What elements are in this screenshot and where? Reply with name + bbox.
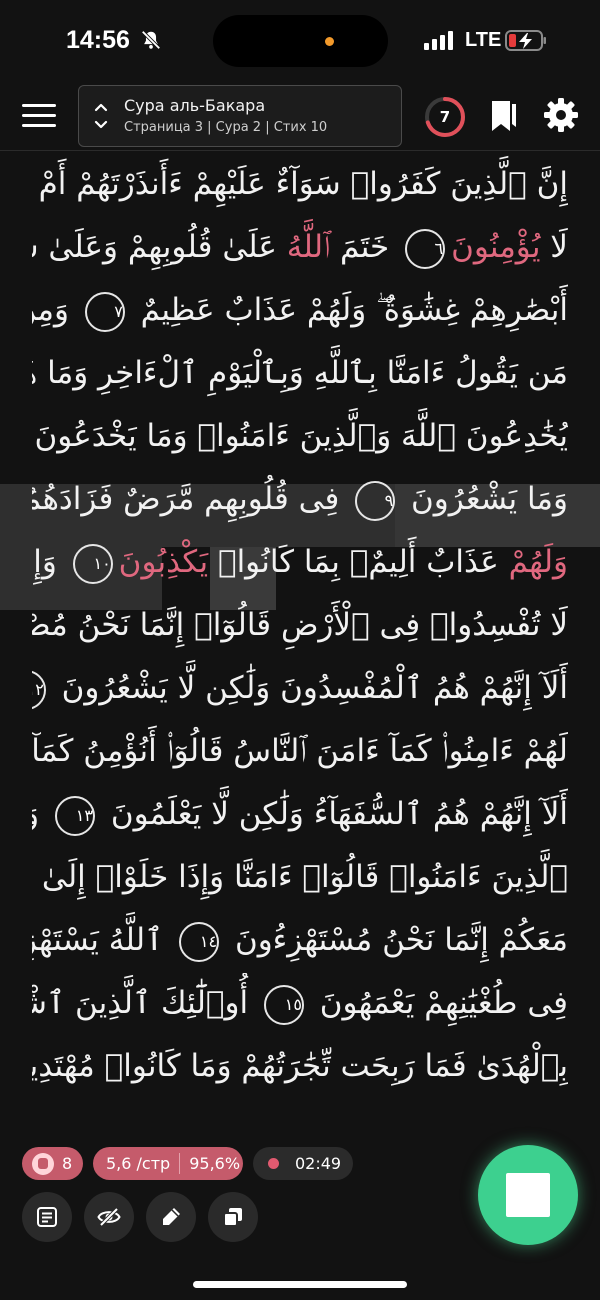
quran-line[interactable]: أَلَآ إِنَّهُمْ هُمُ ٱلسُّفَهَآءُ وَلَٰك…	[32, 784, 568, 844]
quran-line[interactable]: فِى طُغْيَٰنِهِمْ يَعْمَهُونَ ١٥ أُو۟لَٰ…	[32, 973, 568, 1033]
ayah-number-marker[interactable]: ٦	[405, 228, 446, 269]
ayah-number-marker[interactable]: ١٤	[179, 921, 220, 962]
speed-chip[interactable]: 5,6 /стр 95,6%	[93, 1147, 243, 1180]
verse-text[interactable]: خَتَمَ	[330, 229, 399, 265]
ayah-number-marker[interactable]: ١٥	[263, 984, 304, 1025]
list-icon	[37, 1207, 57, 1227]
dynamic-island	[213, 15, 388, 67]
quran-line[interactable]: ٱلَّذِينَ ءَامَنُوا۟ قَالُوٓا۟ ءَامَنَّا…	[32, 847, 568, 907]
sura-selector[interactable]: Сура аль-Бакара Страница 3 | Сура 2 | Ст…	[78, 85, 402, 147]
verse-text[interactable]: عَذَابٌ أَلِيمٌۢ بِمَا كَانُوا۟	[208, 544, 509, 580]
quran-line[interactable]: لَهُمْ ءَامِنُوا۟ كَمَآ ءَامَنَ ٱلنَّاسُ…	[32, 721, 568, 781]
ayah-number-marker[interactable]: ١٢	[32, 669, 46, 710]
copy-button[interactable]	[208, 1192, 258, 1242]
hide-text-button[interactable]	[84, 1192, 134, 1242]
home-indicator[interactable]	[193, 1281, 407, 1288]
eye-off-icon	[97, 1207, 121, 1227]
ayah-number-marker[interactable]: ١٠	[72, 543, 113, 584]
progress-value: 7	[439, 108, 451, 126]
timer-value: 02:49	[295, 1154, 342, 1173]
status-time: 14:56	[66, 26, 130, 54]
quran-line[interactable]: مَعَكُمْ إِنَّمَا نَحْنُ مُسْتَهْزِءُونَ…	[32, 910, 568, 970]
privacy-dot	[325, 37, 334, 46]
verse-text[interactable]: أُو۟لَٰٓئِكَ ٱلَّذِينَ ٱشْتَرَوُا۟ ٱلضَّ…	[32, 985, 258, 1021]
menu-icon[interactable]	[22, 104, 56, 128]
gear-icon[interactable]	[543, 97, 579, 133]
quran-line[interactable]: أَبْصَٰرِهِمْ غِشَٰوَةٌ ۖ وَلَهُمْ عَذَا…	[32, 280, 568, 340]
signal-icon	[424, 30, 454, 50]
battery-charging-icon	[505, 30, 546, 51]
sura-title: Сура аль-Бакара	[124, 96, 266, 115]
quran-line[interactable]: أَلَآ إِنَّهُمْ هُمُ ٱلْمُفْسِدُونَ وَلَ…	[32, 658, 568, 718]
verse-text[interactable]: لَا	[540, 229, 568, 265]
verse-text[interactable]: ٱلَّذِينَ ءَامَنُوا۟ قَالُوٓا۟ ءَامَنَّا…	[32, 859, 568, 895]
stop-icon	[506, 1173, 550, 1217]
speed-value: 5,6 /стр	[93, 1153, 181, 1174]
status-bar: 14:56 LTE	[0, 0, 600, 80]
quran-line[interactable]: إِنَّ ٱلَّذِينَ كَفَرُوا۟ سَوَآءٌ عَلَيْ…	[32, 154, 568, 214]
verse-text[interactable]: بِٱلْهُدَىٰ فَمَا رَبِحَت تِّجَٰرَتُهُمْ…	[32, 1048, 568, 1084]
verse-text[interactable]: إِنَّ ٱلَّذِينَ كَفَرُوا۟ سَوَآءٌ عَلَيْ…	[32, 166, 568, 202]
quran-line[interactable]: وَلَهُمْ عَذَابٌ أَلِيمٌۢ بِمَا كَانُوا۟…	[32, 532, 568, 592]
verse-text[interactable]: وَإِذَا لَقُوا۟	[32, 796, 49, 832]
bell-off-icon	[141, 30, 161, 50]
bookmark-icon[interactable]	[490, 100, 518, 132]
copy-icon	[223, 1208, 242, 1227]
quran-line[interactable]: لَا تُفْسِدُوا۟ فِى ٱلْأَرْضِ قَالُوٓا۟ …	[32, 595, 568, 655]
app-toolbar: Сура аль-Бакара Страница 3 | Сура 2 | Ст…	[0, 80, 600, 150]
bottom-bar: 8 5,6 /стр 95,6% 02:49	[0, 1140, 600, 1300]
list-button[interactable]	[22, 1192, 72, 1242]
verse-text[interactable]: مَعَكُمْ إِنَّمَا نَحْنُ مُسْتَهْزِءُونَ	[225, 922, 568, 958]
chevron-updown-icon	[94, 103, 108, 129]
highlighted-word[interactable]: وَلَهُمْ	[509, 544, 568, 580]
streak-count: 8	[62, 1154, 73, 1173]
ayah-number-marker[interactable]: ٧	[84, 291, 125, 332]
sura-location: Страница 3 | Сура 2 | Стих 10	[124, 120, 328, 135]
verse-text[interactable]: أَبْصَٰرِهِمْ غِشَٰوَةٌ ۖ وَلَهُمْ عَذَا…	[131, 292, 568, 328]
quran-page: إِنَّ ٱلَّذِينَ كَفَرُوا۟ سَوَآءٌ عَلَيْ…	[0, 150, 600, 1140]
pen-icon	[163, 1208, 180, 1225]
stop-recording-button[interactable]	[478, 1145, 578, 1245]
ayah-number-marker[interactable]: ٩	[355, 480, 396, 521]
highlighted-word[interactable]: يَكْذِبُونَ	[119, 544, 208, 580]
verse-text[interactable]: وَإِذَا قِيلَ لَهُمْ	[32, 544, 67, 580]
verse-text[interactable]: فِى طُغْيَٰنِهِمْ يَعْمَهُونَ	[310, 985, 568, 1021]
verse-text[interactable]: لَا تُفْسِدُوا۟ فِى ٱلْأَرْضِ قَالُوٓا۟ …	[32, 607, 568, 643]
verse-text[interactable]: أَلَآ إِنَّهُمْ هُمُ ٱلسُّفَهَآءُ وَلَٰك…	[101, 796, 568, 832]
verse-text[interactable]: أَلَآ إِنَّهُمْ هُمُ ٱلْمُفْسِدُونَ وَلَ…	[52, 670, 568, 706]
brain-icon	[32, 1152, 54, 1175]
verse-text[interactable]: لَهُمْ ءَامِنُوا۟ كَمَآ ءَامَنَ ٱلنَّاسُ…	[32, 733, 568, 769]
verse-text[interactable]: ٱللَّهُ يَسْتَهْزِئُ بِهِمْ وَيَمُدُّهُم…	[32, 922, 173, 958]
verse-text[interactable]: يُخَٰدِعُونَ ٱللَّهَ وَٱلَّذِينَ ءَامَنُ…	[32, 418, 568, 454]
network-type: LTE	[465, 29, 502, 51]
timer-chip: 02:49	[253, 1147, 353, 1180]
ayah-number-marker[interactable]: ١٣	[54, 795, 95, 836]
highlighted-word[interactable]: ٱللَّهُ	[287, 229, 330, 265]
verse-text[interactable]: عَلَىٰ قُلُوبِهِمْ وَعَلَىٰ سَمْعِهِمْ ۖ…	[32, 229, 287, 265]
accuracy-value: 95,6%	[189, 1154, 241, 1173]
verse-text[interactable]: وَمِنَ ٱلنَّاسِ	[32, 292, 79, 328]
quran-line[interactable]: مَن يَقُولُ ءَامَنَّا بِٱللَّهِ وَبِٱلْي…	[32, 343, 568, 403]
verse-text[interactable]: وَمَا يَشْعُرُونَ	[401, 481, 568, 517]
highlighted-word[interactable]: يُؤْمِنُونَ	[451, 229, 540, 265]
verse-text[interactable]: مَن يَقُولُ ءَامَنَّا بِٱللَّهِ وَبِٱلْي…	[32, 355, 568, 391]
verse-text[interactable]: فِى قُلُوبِهِم مَّرَضٌ فَزَادَهُمُ ٱللَّ…	[32, 481, 349, 517]
recording-dot-icon	[268, 1158, 279, 1169]
progress-ring[interactable]: 7	[423, 95, 467, 139]
edit-button[interactable]	[146, 1192, 196, 1242]
quran-line[interactable]: بِٱلْهُدَىٰ فَمَا رَبِحَت تِّجَٰرَتُهُمْ…	[32, 1036, 568, 1096]
quran-line[interactable]: لَا يُؤْمِنُونَ٦ خَتَمَ ٱللَّهُ عَلَىٰ ق…	[32, 217, 568, 277]
streak-chip[interactable]: 8	[22, 1147, 83, 1180]
quran-line[interactable]: وَمَا يَشْعُرُونَ ٩ فِى قُلُوبِهِم مَّرَ…	[32, 469, 568, 529]
quran-line[interactable]: يُخَٰدِعُونَ ٱللَّهَ وَٱلَّذِينَ ءَامَنُ…	[32, 406, 568, 466]
